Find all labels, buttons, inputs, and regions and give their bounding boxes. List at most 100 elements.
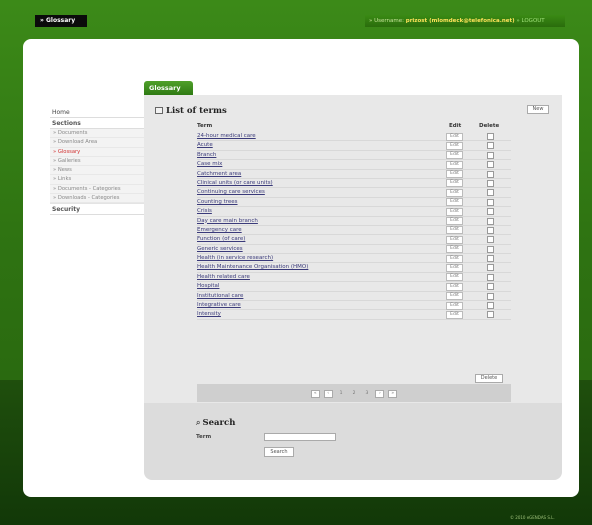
edit-button[interactable]: Edit <box>446 141 463 150</box>
delete-checkbox[interactable] <box>487 161 494 169</box>
new-button[interactable]: New <box>527 105 549 114</box>
edit-button[interactable]: Edit <box>446 160 463 169</box>
delete-checkbox[interactable] <box>487 133 494 140</box>
terms-section: List of terms New Term Edit Delete 24-ho… <box>144 95 562 403</box>
delete-checkbox[interactable] <box>487 151 494 159</box>
term-link[interactable]: Emergency care <box>197 227 242 233</box>
edit-button[interactable]: Edit <box>446 301 463 310</box>
delete-checkbox[interactable] <box>487 179 494 187</box>
delete-checkbox[interactable] <box>487 198 494 206</box>
term-link[interactable]: Acute <box>197 142 213 148</box>
delete-checkbox[interactable] <box>487 245 494 253</box>
edit-button[interactable]: Edit <box>446 132 463 141</box>
term-link[interactable]: Clinical units (or care units) <box>197 180 273 186</box>
term-link[interactable]: Hospital <box>197 283 219 289</box>
edit-button[interactable]: Edit <box>446 179 463 188</box>
term-link[interactable]: Health Maintenance Organisation (HMO) <box>197 264 308 270</box>
delete-checkbox[interactable] <box>487 273 494 281</box>
pager-page-3[interactable]: 3 <box>362 391 371 399</box>
delete-button[interactable]: Delete <box>475 374 503 383</box>
delete-checkbox[interactable] <box>487 217 494 225</box>
term-link[interactable]: Branch <box>197 152 216 158</box>
edit-button[interactable]: Edit <box>446 292 463 301</box>
sidebar-item-glossary[interactable]: » Glossary <box>50 148 144 157</box>
term-link[interactable]: Catchment area <box>197 171 241 177</box>
column-header-edit: Edit <box>449 123 462 129</box>
table-row: Health Maintenance Organisation (HMO) Edi… <box>197 263 511 273</box>
delete-checkbox[interactable] <box>487 302 494 310</box>
table-row: Acute Edit <box>197 141 511 151</box>
term-link[interactable]: Day care main branch <box>197 218 258 224</box>
edit-button[interactable]: Edit <box>446 310 463 319</box>
edit-button[interactable]: Edit <box>446 207 463 216</box>
edit-button[interactable]: Edit <box>446 235 463 244</box>
edit-button[interactable]: Edit <box>446 245 463 254</box>
delete-checkbox[interactable] <box>487 170 494 178</box>
term-link[interactable]: Institutional care <box>197 293 243 299</box>
edit-button[interactable]: Edit <box>446 254 463 263</box>
term-link[interactable]: Generic services <box>197 246 243 252</box>
table-row: Crisis Edit <box>197 207 511 217</box>
delete-checkbox[interactable] <box>487 226 494 234</box>
terms-table-header: Term Edit Delete <box>197 122 511 131</box>
pager-page-1[interactable]: 1 <box>337 391 346 399</box>
pager-page-2[interactable]: 2 <box>350 391 359 399</box>
edit-button[interactable]: Edit <box>446 282 463 291</box>
delete-checkbox[interactable] <box>487 236 494 244</box>
edit-button[interactable]: Edit <box>446 198 463 207</box>
delete-checkbox[interactable] <box>487 292 494 300</box>
pager-last-button[interactable]: » <box>388 390 398 398</box>
term-link[interactable]: Case mix <box>197 161 222 167</box>
edit-button[interactable]: Edit <box>446 170 463 179</box>
sidebar-item-news[interactable]: » News <box>50 166 144 176</box>
term-link[interactable]: Integrative care <box>197 302 241 308</box>
sidebar-item-links[interactable]: » Links <box>50 175 144 185</box>
pager-prev-button[interactable]: ‹ <box>323 390 333 398</box>
term-link[interactable]: Continuing care services <box>197 189 265 195</box>
delete-checkbox[interactable] <box>487 264 494 272</box>
username-value: prizost (mlomdeck@telefonica.net) <box>405 18 515 24</box>
search-title-text: Search <box>202 418 236 428</box>
edit-button[interactable]: Edit <box>446 188 463 197</box>
list-title: List of terms <box>155 106 227 116</box>
logout-link[interactable]: » LOGOUT <box>516 18 544 24</box>
sidebar-security[interactable]: Security <box>50 204 144 216</box>
edit-button[interactable]: Edit <box>446 151 463 160</box>
delete-checkbox[interactable] <box>487 311 494 319</box>
sidebar: Home Sections » Documents » Download Are… <box>50 107 144 216</box>
sidebar-item-galleries[interactable]: » Galleries <box>50 157 144 167</box>
term-link[interactable]: Crisis <box>197 208 212 214</box>
edit-button[interactable]: Edit <box>446 226 463 235</box>
tab-glossary[interactable]: Glossary <box>144 81 193 95</box>
delete-checkbox[interactable] <box>487 142 494 150</box>
search-button[interactable]: Search <box>264 447 294 457</box>
delete-checkbox[interactable] <box>487 283 494 291</box>
sidebar-item-download-area[interactable]: » Download Area <box>50 138 144 148</box>
pager-next-button[interactable]: › <box>375 390 385 398</box>
sidebar-item-downloads-categories[interactable]: » Downloads - Categories <box>50 194 144 204</box>
delete-checkbox[interactable] <box>487 189 494 197</box>
term-link[interactable]: 24-hour medical care <box>197 133 256 139</box>
term-link[interactable]: Function (of care) <box>197 236 245 242</box>
table-row: Emergency care Edit <box>197 226 511 236</box>
table-row: Counting trees Edit <box>197 198 511 208</box>
table-row: Day care main branch Edit <box>197 217 511 226</box>
sidebar-item-documents[interactable]: » Documents <box>50 129 144 139</box>
search-term-input[interactable] <box>264 433 336 441</box>
term-link[interactable]: Health related care <box>197 274 250 280</box>
pager-first-button[interactable]: « <box>310 390 320 398</box>
sidebar-home[interactable]: Home <box>50 107 144 118</box>
table-row: Continuing care services Edit <box>197 188 511 198</box>
term-link[interactable]: Counting trees <box>197 199 238 205</box>
term-link[interactable]: Intensity <box>197 311 221 317</box>
delete-checkbox[interactable] <box>487 255 494 263</box>
edit-button[interactable]: Edit <box>446 273 463 282</box>
sidebar-sections[interactable]: Sections <box>50 118 144 129</box>
term-link[interactable]: Health (in service research) <box>197 255 273 261</box>
delete-checkbox[interactable] <box>487 208 494 216</box>
edit-button[interactable]: Edit <box>446 217 463 226</box>
edit-button[interactable]: Edit <box>446 263 463 272</box>
table-row: Institutional care Edit <box>197 292 511 302</box>
sidebar-item-documents-categories[interactable]: » Documents - Categories <box>50 185 144 195</box>
table-row: Clinical units (or care units) Edit <box>197 179 511 189</box>
